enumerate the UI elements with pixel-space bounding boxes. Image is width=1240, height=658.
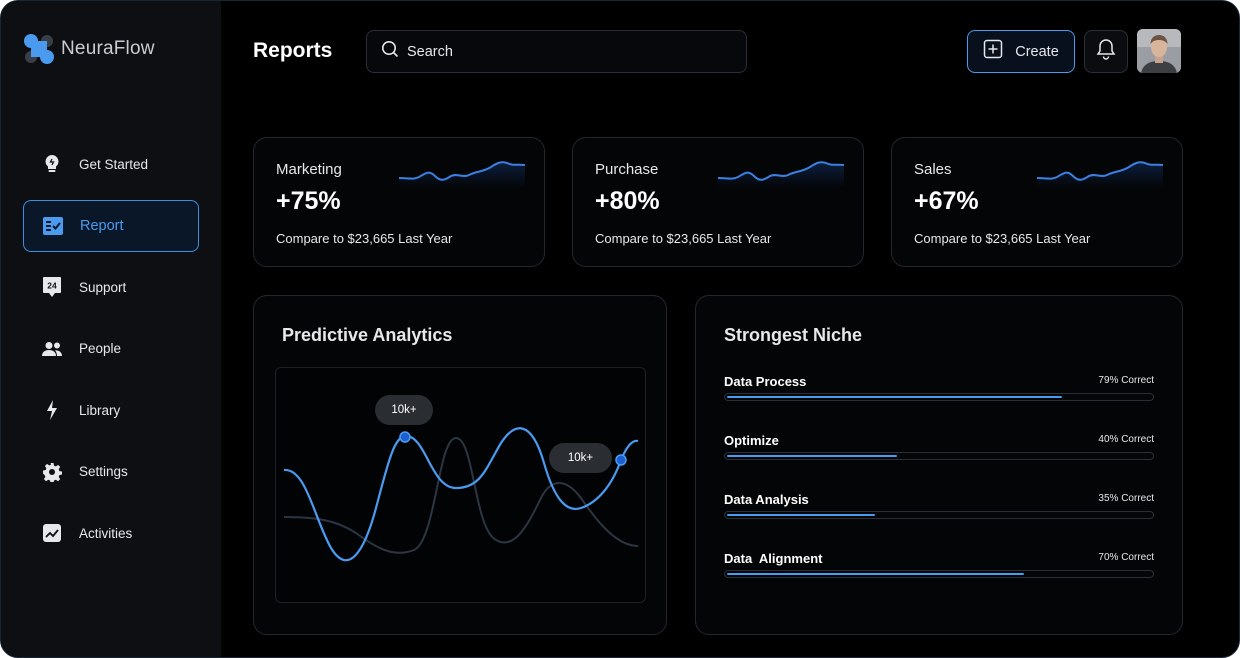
progress-track xyxy=(724,393,1154,401)
sidebar-item-support[interactable]: 24 Support xyxy=(23,261,199,313)
page-title: Reports xyxy=(253,39,333,62)
avatar[interactable] xyxy=(1137,29,1181,73)
create-button[interactable]: Create xyxy=(967,30,1075,73)
sidebar-item-label: Activities xyxy=(79,525,133,541)
stat-card-purchase: Purchase +80% Compare to $23,665 Last Ye… xyxy=(572,137,864,267)
progress-fill xyxy=(727,573,1024,575)
create-button-label: Create xyxy=(1015,43,1059,60)
niche-name: Data Analysis xyxy=(724,492,809,507)
svg-text:24: 24 xyxy=(47,281,57,291)
stat-value: +67% xyxy=(914,187,979,215)
notifications-button[interactable] xyxy=(1084,30,1128,73)
gear-icon xyxy=(41,461,63,483)
stat-compare: Compare to $23,665 Last Year xyxy=(914,231,1091,246)
sidebar-item-label: Support xyxy=(79,279,127,295)
chart-point-marker xyxy=(615,454,627,466)
sidebar-item-activities[interactable]: Activities xyxy=(23,507,199,559)
activity-chart-icon xyxy=(41,522,63,544)
niche-percentage: 40% Correct xyxy=(1098,434,1154,445)
sparkline xyxy=(399,161,525,188)
predictive-analytics-panel: Predictive Analytics 10k+ 10k+ xyxy=(253,295,667,635)
support-24-icon: 24 xyxy=(41,276,63,298)
sidebar-item-report[interactable]: Report xyxy=(23,199,199,252)
progress-fill xyxy=(727,455,897,457)
stat-value: +75% xyxy=(276,187,341,215)
analytics-chart: 10k+ 10k+ xyxy=(275,367,646,603)
progress-track xyxy=(724,511,1154,519)
lightning-icon xyxy=(41,399,63,421)
strongest-niche-panel: Strongest Niche Data Process 79% Correct… xyxy=(695,295,1183,635)
sidebar-nav: Get Started Report 24 Support People Lib… xyxy=(23,138,199,569)
app-name: NeuraFlow xyxy=(61,38,155,59)
progress-fill xyxy=(727,514,875,516)
progress-track xyxy=(724,452,1154,460)
stat-card-sales: Sales +67% Compare to $23,665 Last Year xyxy=(891,137,1183,267)
user-photo-icon xyxy=(1137,29,1181,73)
niche-name: Optimize xyxy=(724,433,779,448)
sidebar-item-library[interactable]: Library xyxy=(23,384,199,436)
chart-tooltip: 10k+ xyxy=(549,443,612,473)
sidebar-item-settings[interactable]: Settings xyxy=(23,446,199,498)
lightbulb-icon xyxy=(41,153,63,175)
stat-label: Marketing xyxy=(276,161,342,178)
stat-compare: Compare to $23,665 Last Year xyxy=(595,231,772,246)
app-window: NeuraFlow Get Started Report 24 Support xyxy=(0,0,1240,658)
niche-percentage: 35% Correct xyxy=(1098,493,1154,504)
panel-title: Predictive Analytics xyxy=(282,325,453,345)
sidebar-item-label: Library xyxy=(79,402,121,418)
search-bar[interactable] xyxy=(366,30,747,73)
stat-value: +80% xyxy=(595,187,660,215)
chart-tooltip: 10k+ xyxy=(375,395,433,425)
plus-square-icon xyxy=(983,39,1003,64)
stat-label: Sales xyxy=(914,161,952,178)
stat-compare: Compare to $23,665 Last Year xyxy=(276,231,453,246)
logo[interactable]: NeuraFlow xyxy=(23,33,155,65)
sidebar-item-label: People xyxy=(79,341,122,356)
niche-percentage: 79% Correct xyxy=(1098,375,1154,386)
search-icon xyxy=(381,40,399,63)
niche-percentage: 70% Correct xyxy=(1098,552,1154,563)
sparkline xyxy=(1037,161,1163,188)
stat-label: Purchase xyxy=(595,161,659,178)
progress-track xyxy=(724,570,1154,578)
niche-name: Data Alignment xyxy=(724,551,823,566)
people-icon xyxy=(41,338,63,360)
sidebar-item-label: Report xyxy=(80,217,124,234)
sidebar-item-people[interactable]: People xyxy=(23,323,199,375)
sparkline xyxy=(718,161,844,188)
sidebar-item-label: Settings xyxy=(79,464,128,479)
progress-fill xyxy=(727,396,1062,398)
bell-icon xyxy=(1096,38,1116,65)
niche-name: Data Process xyxy=(724,374,807,389)
sidebar: NeuraFlow Get Started Report 24 Support xyxy=(1,1,221,657)
panel-title: Strongest Niche xyxy=(724,325,863,345)
sidebar-item-get-started[interactable]: Get Started xyxy=(23,138,199,190)
chart-point-marker xyxy=(399,431,411,443)
search-input[interactable] xyxy=(407,43,727,60)
analytics-curves xyxy=(283,427,639,562)
neuraflow-logo-icon xyxy=(23,33,55,65)
stat-card-marketing: Marketing +75% Compare to $23,665 Last Y… xyxy=(253,137,545,267)
report-icon xyxy=(42,215,64,237)
sidebar-item-label: Get Started xyxy=(79,156,149,172)
